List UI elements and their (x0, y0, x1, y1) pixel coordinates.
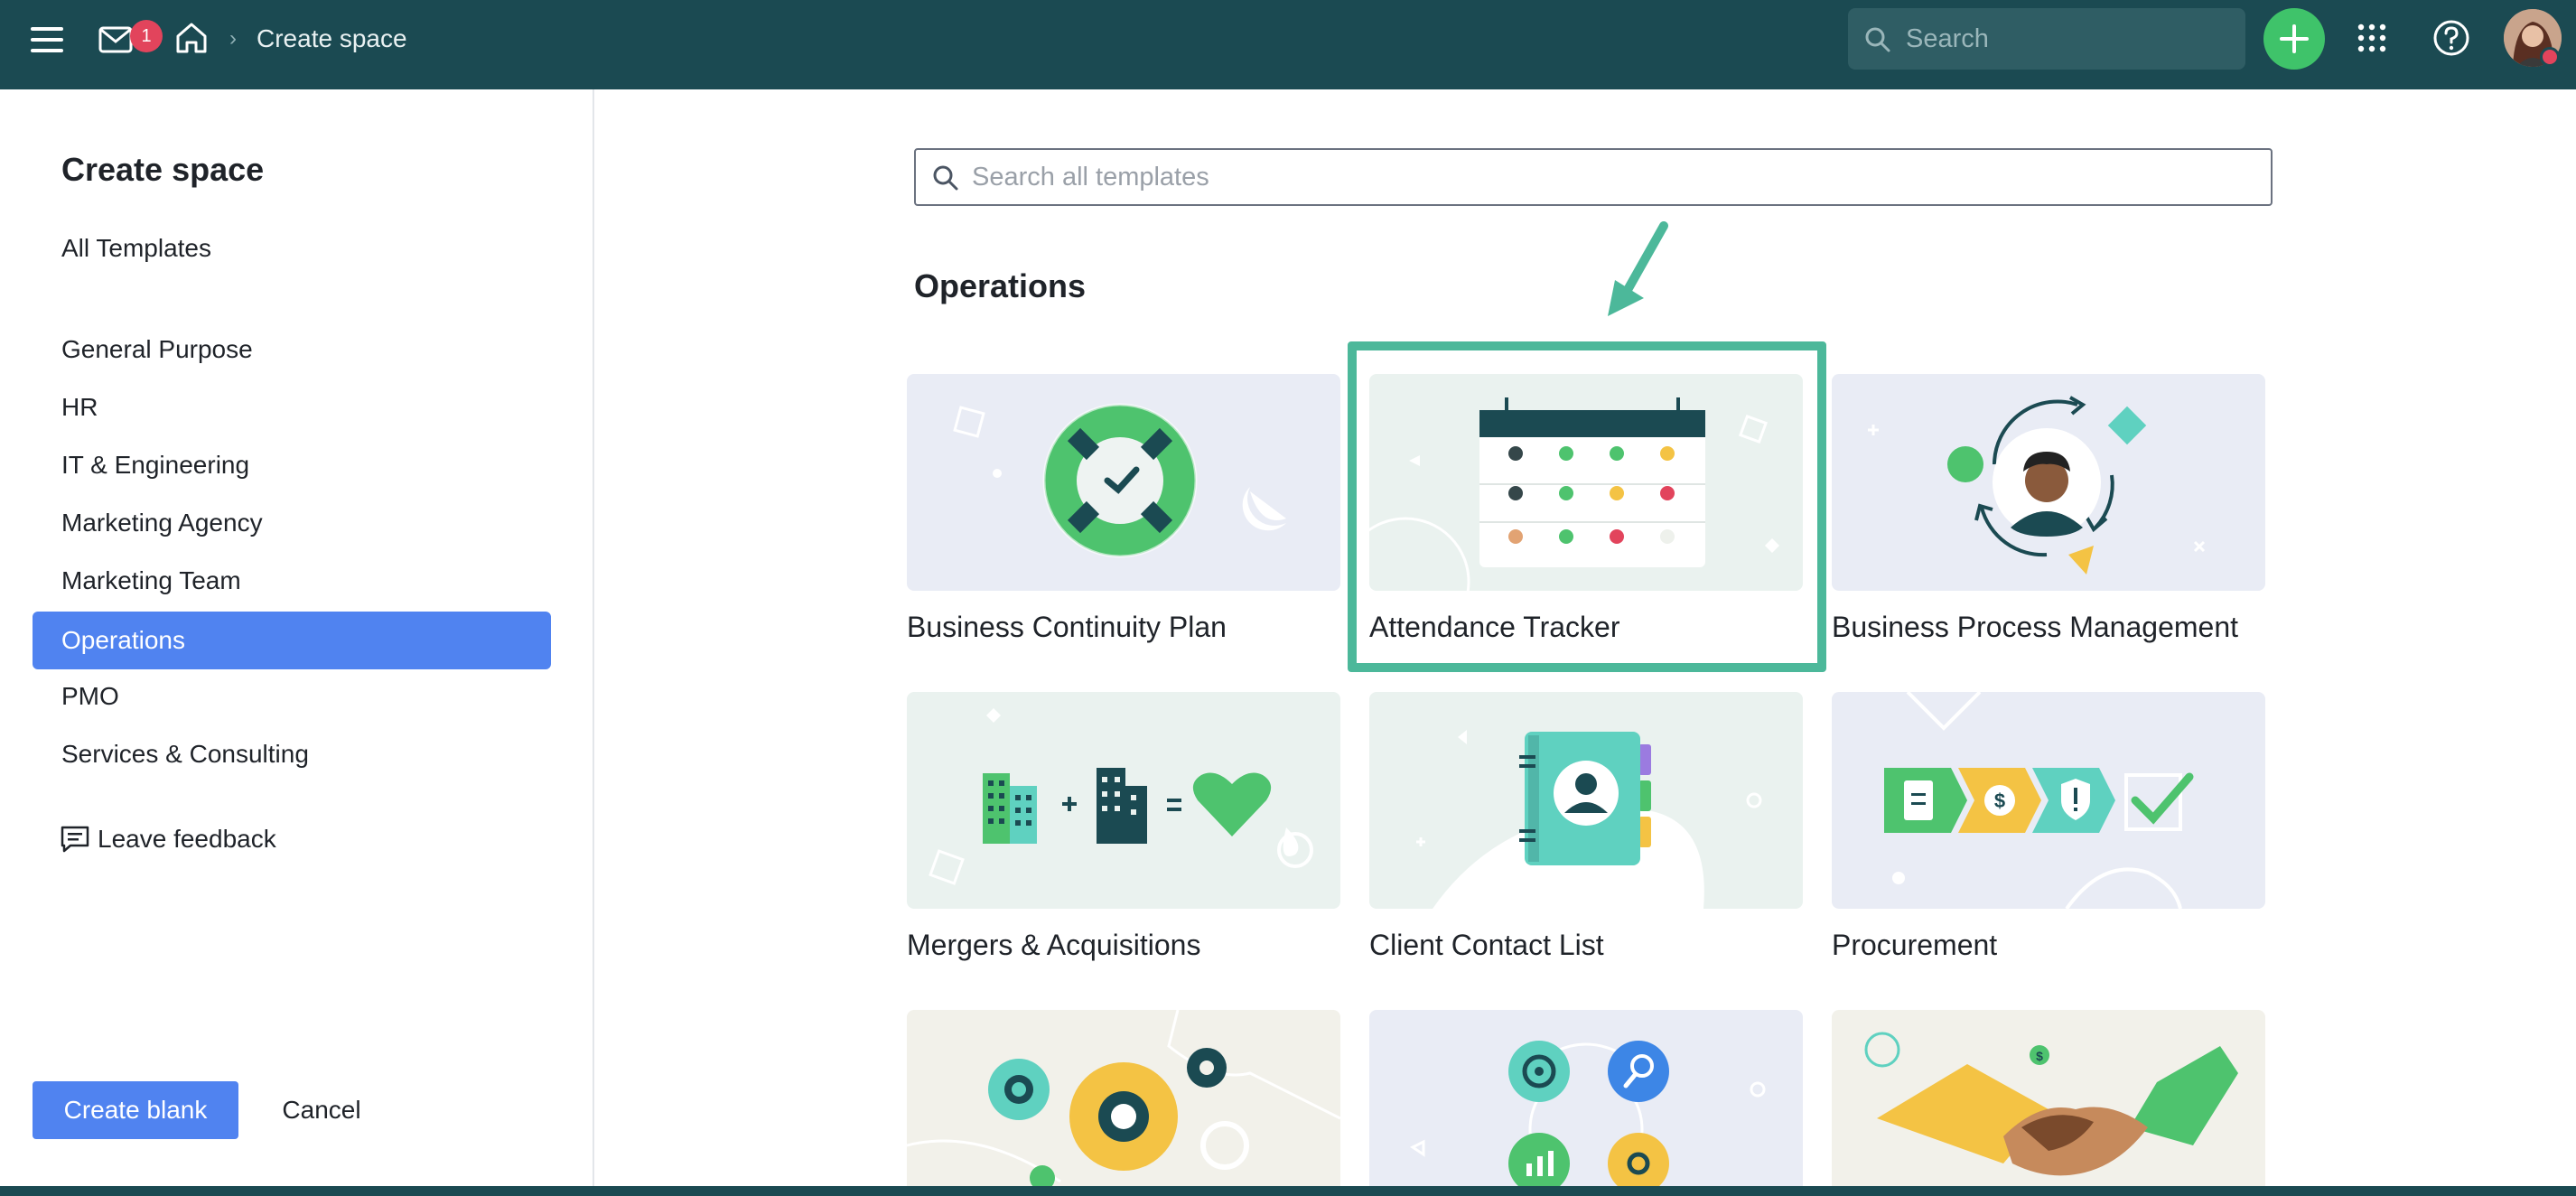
add-button[interactable] (2263, 8, 2325, 70)
top-bar: 1 › Create space (0, 0, 2576, 89)
sidebar-item-marketing-agency[interactable]: Marketing Agency (61, 509, 263, 537)
template-card-title[interactable]: Mergers & Acquisitions (907, 929, 1200, 961)
top-search-box[interactable] (1848, 8, 2245, 70)
svg-text:$: $ (1994, 790, 2005, 812)
sidebar-item-label: Operations (61, 626, 185, 654)
template-card-image[interactable] (907, 374, 1340, 591)
sidebar-item-all-templates[interactable]: All Templates (61, 234, 211, 263)
breadcrumb: Create space (257, 24, 407, 52)
template-card-image[interactable] (1369, 692, 1803, 909)
template-card-title[interactable]: Client Contact List (1369, 929, 1604, 961)
notification-badge: 1 (130, 20, 163, 52)
sidebar-item-pmo[interactable]: PMO (61, 682, 119, 711)
leave-feedback-label: Leave feedback (98, 825, 276, 853)
sidebar-item-it-engineering[interactable]: IT & Engineering (61, 451, 249, 480)
plus-icon (2280, 24, 2309, 53)
status-dot (2540, 47, 2560, 67)
apps-grid-icon[interactable] (2352, 18, 2392, 58)
sidebar: Create space All Templates General Purpo… (0, 89, 594, 1186)
chevron-right-icon: › (229, 26, 237, 51)
sidebar-item-operations[interactable]: Operations (33, 612, 551, 669)
help-icon[interactable] (2431, 18, 2471, 58)
search-icon (932, 164, 959, 196)
feedback-icon (61, 826, 89, 853)
sidebar-item-services-consulting[interactable]: Services & Consulting (61, 740, 309, 769)
home-icon[interactable] (172, 18, 211, 58)
top-search-input[interactable] (1906, 8, 2231, 70)
sidebar-title: Create space (61, 151, 265, 188)
template-search-input[interactable] (972, 150, 2254, 204)
sidebar-item-general-purpose[interactable]: General Purpose (61, 335, 253, 364)
svg-text:$: $ (2036, 1049, 2043, 1063)
cancel-button[interactable]: Cancel (267, 1081, 376, 1139)
sidebar-item-marketing-team[interactable]: Marketing Team (61, 566, 241, 595)
highlight-frame (1348, 341, 1826, 672)
bottom-strip (0, 1186, 2576, 1196)
search-icon (1864, 26, 1891, 58)
mail-icon[interactable] (98, 22, 134, 58)
template-card-image[interactable] (907, 1010, 1340, 1186)
template-card-image[interactable]: $ (1832, 1010, 2265, 1186)
template-card-title[interactable]: Business Process Management (1832, 611, 2238, 643)
template-card-image[interactable] (1369, 1010, 1803, 1186)
template-card-image[interactable]: $ (1832, 692, 2265, 909)
section-title: Operations (914, 267, 1087, 304)
sidebar-item-hr[interactable]: HR (61, 393, 98, 422)
annotation-arrow-icon (1608, 221, 1668, 316)
leave-feedback-link[interactable]: Leave feedback (60, 825, 276, 854)
template-search-box[interactable] (914, 148, 2273, 206)
template-card-title[interactable]: Business Continuity Plan (907, 611, 1227, 643)
menu-icon[interactable] (27, 22, 67, 58)
create-blank-button[interactable]: Create blank (33, 1081, 238, 1139)
template-card-image[interactable] (1832, 374, 2265, 591)
template-card-image[interactable] (907, 692, 1340, 909)
template-card-title[interactable]: Procurement (1832, 929, 1997, 961)
